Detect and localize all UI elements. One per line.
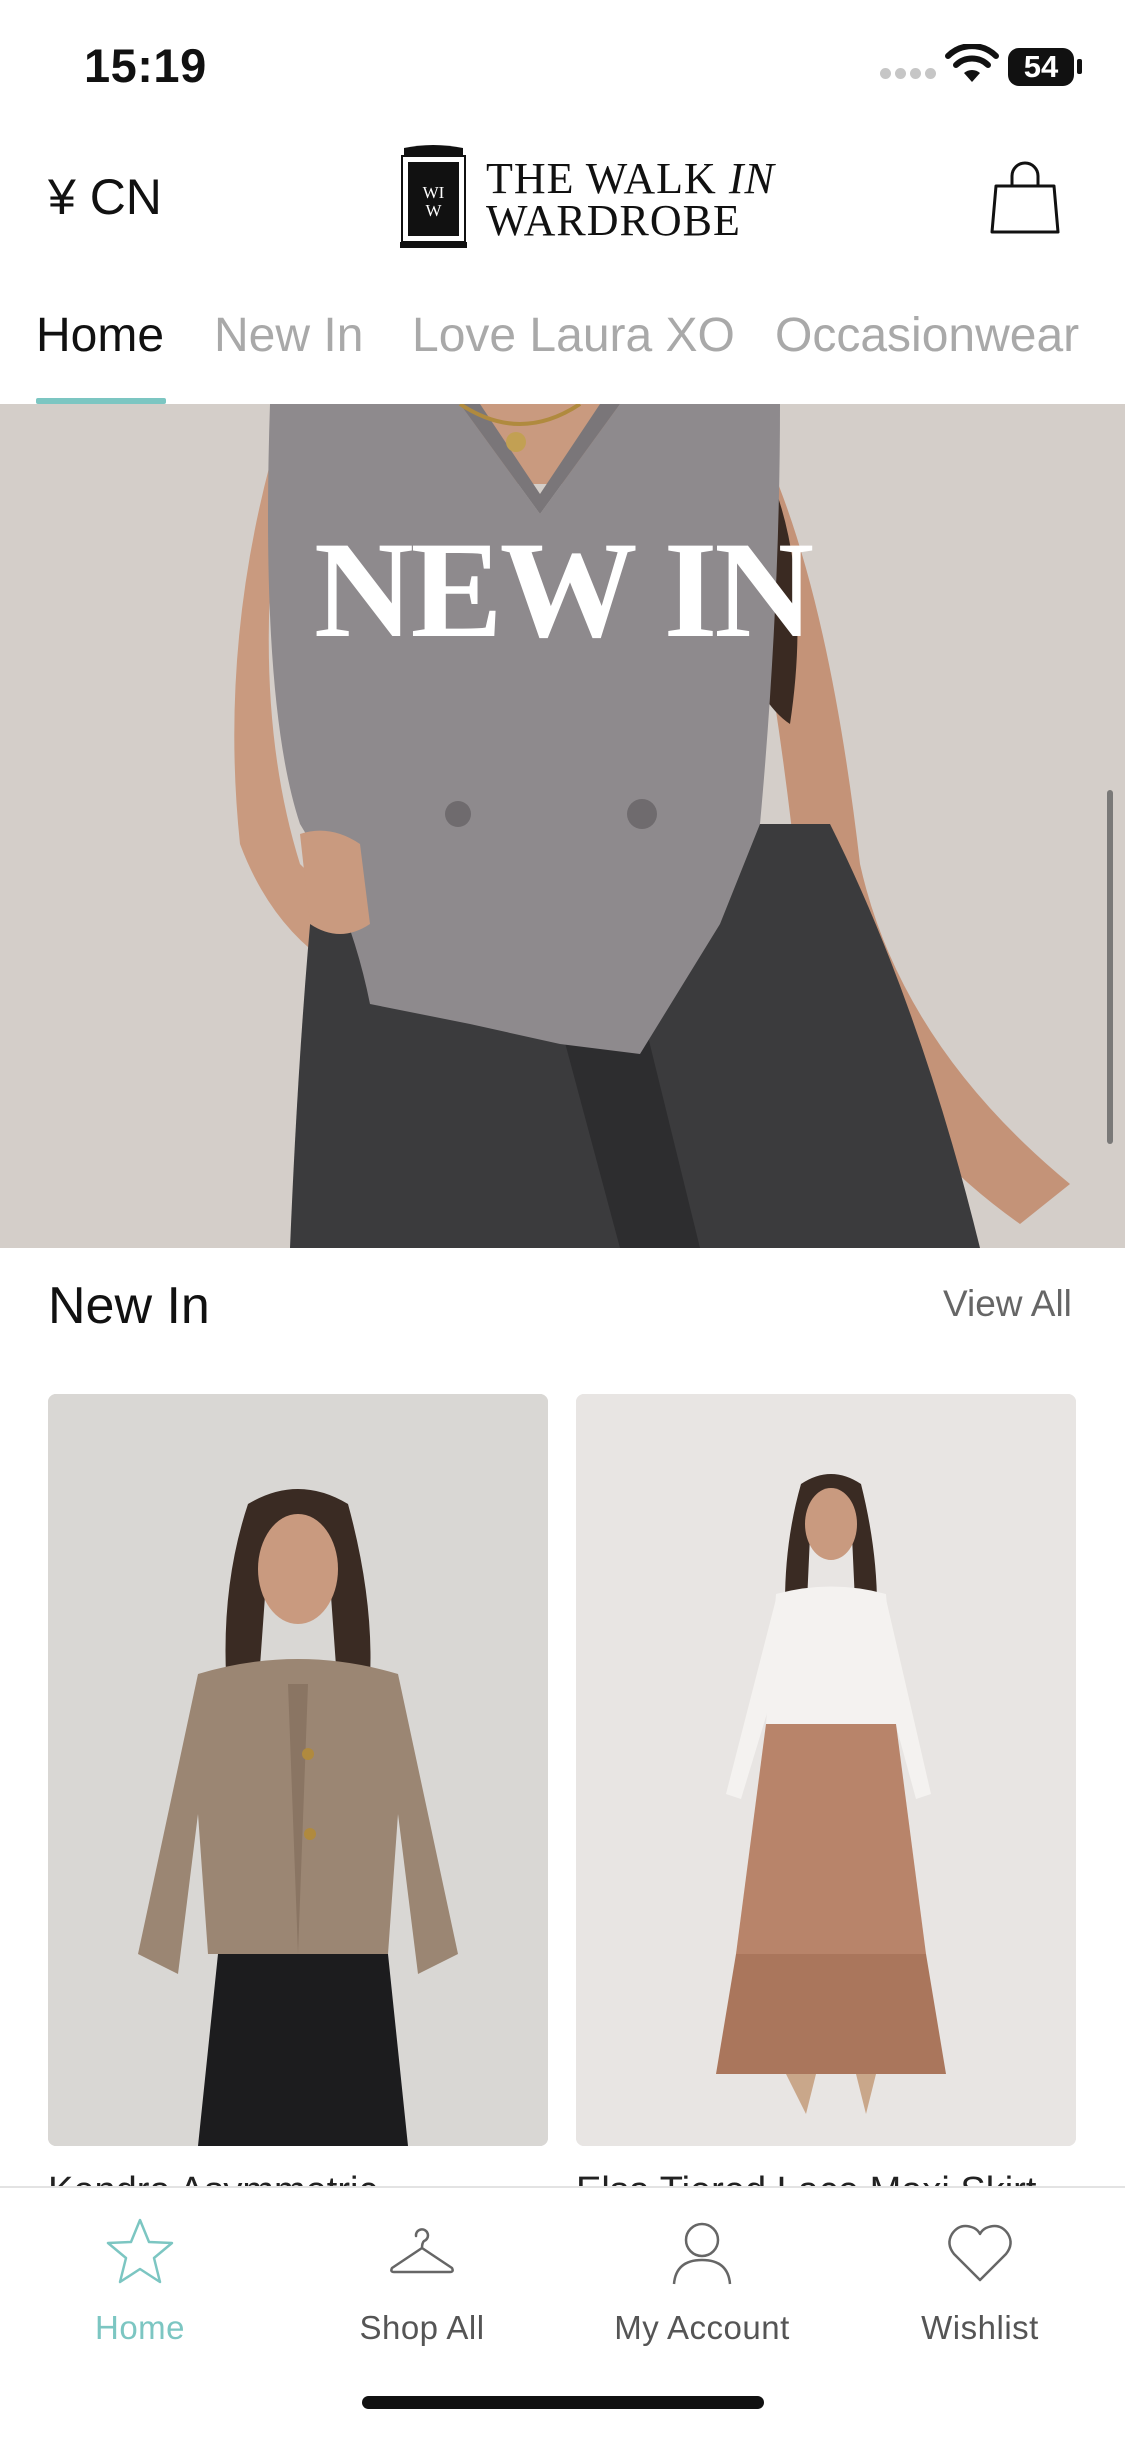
tab-new-in[interactable]: New In [214,308,363,363]
currency-selector[interactable]: ¥ CN [48,168,162,226]
wifi-icon [945,44,999,82]
tab-home[interactable]: Home [36,308,164,363]
product-card[interactable] [48,1394,548,2146]
star-icon [106,2218,174,2284]
user-icon [672,2222,732,2285]
svg-text:WI: WI [423,183,445,202]
logo-mark-icon: WI W [400,145,467,248]
status-time: 15:19 [84,39,207,92]
product-image [576,1394,1076,2146]
home-indicator[interactable] [362,2396,764,2409]
nav-wishlist-label: Wishlist [921,2309,1039,2346]
logo-line2: WARDROBE [486,196,741,245]
nav-shop-all-label: Shop All [359,2309,485,2346]
heart-icon [948,2224,1012,2282]
svg-text:W: W [425,201,442,220]
nav-home-label: Home [94,2309,186,2346]
hanger-icon [390,2228,454,2274]
tab-love-laura-xo[interactable]: Love Laura XO [412,308,735,363]
nav-my-account[interactable]: My Account [582,2216,822,2347]
nav-shop-all[interactable]: Shop All [302,2216,542,2347]
category-tabs: Home New In Love Laura XO Occasionwear [0,290,1125,406]
product-image [48,1394,548,2146]
product-card[interactable] [576,1394,1076,2146]
scrollbar[interactable] [1107,790,1113,1144]
brand-logo[interactable]: THE WALK IN WARDROBE [486,157,775,245]
signal-icon [880,66,942,80]
battery-icon: 54 [1008,48,1074,86]
tab-occasionwear[interactable]: Occasionwear [775,308,1079,363]
view-all-link[interactable]: View All [943,1283,1072,1325]
nav-my-account-label: My Account [614,2309,790,2346]
section-title: New In [48,1277,210,1335]
nav-home[interactable]: Home [20,2216,260,2347]
hero-title: NEW IN [313,513,814,666]
nav-wishlist[interactable]: Wishlist [860,2216,1100,2347]
shopping-bag-icon[interactable] [990,160,1060,236]
battery-cap [1077,59,1082,74]
